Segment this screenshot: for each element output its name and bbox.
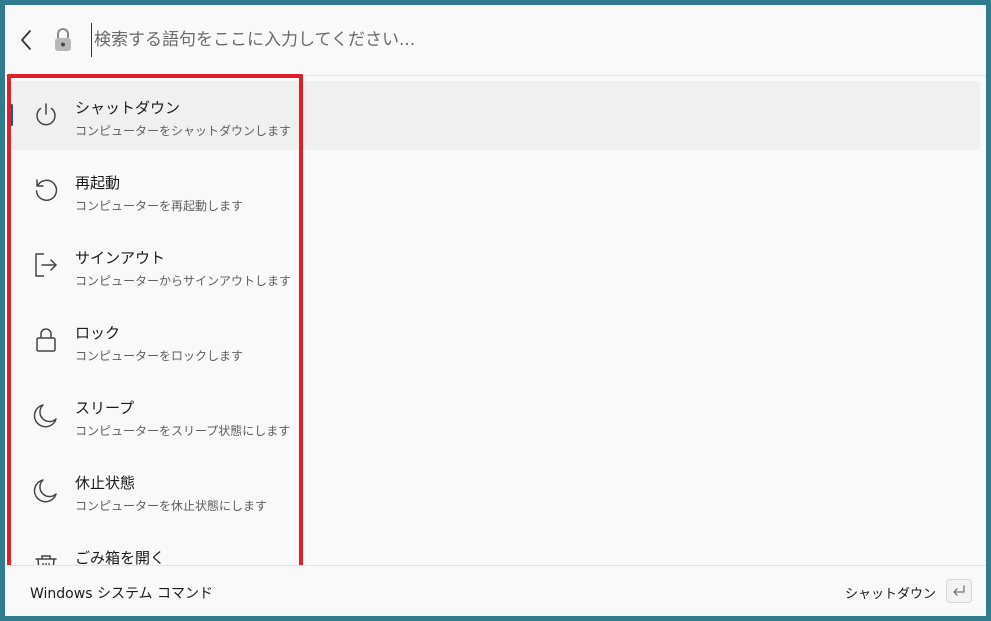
search-input[interactable]	[91, 23, 954, 57]
result-title: 休止状態	[75, 474, 136, 492]
plugin-name: Windows システム コマンド	[30, 586, 213, 602]
result-item-lock[interactable]: ロック コンピューターをロックします	[10, 302, 295, 377]
result-item-hibernate[interactable]: 休止状態 コンピューターを休止状態にします	[10, 452, 295, 527]
lock-icon	[30, 324, 62, 356]
result-title: サインアウト	[75, 249, 166, 267]
result-title: 再起動	[75, 174, 121, 192]
moon-icon	[30, 399, 62, 431]
footer-bar: Windows システム コマンド シャットダウン	[5, 565, 986, 616]
result-item-sign-out[interactable]: サインアウト コンピューターからサインアウトします	[10, 227, 295, 302]
lock-plugin-icon	[49, 25, 77, 55]
result-title: スリープ	[75, 399, 135, 417]
back-button[interactable]	[13, 25, 39, 55]
enter-key-icon	[946, 579, 972, 603]
sign-out-icon	[30, 249, 62, 281]
result-subtitle: コンピューターからサインアウトします	[75, 274, 292, 288]
result-subtitle: コンピューターを休止状態にします	[75, 499, 268, 513]
app-window: シャットダウン コンピューターをシャットダウンします 再起動 コンピューターを再…	[5, 5, 986, 616]
primary-action-label[interactable]: シャットダウン	[845, 583, 936, 602]
result-item-empty-recycle-bin[interactable]: ごみ箱を開く	[10, 527, 295, 569]
result-item-shutdown[interactable]: シャットダウン コンピューターをシャットダウンします	[10, 77, 295, 152]
selection-indicator	[10, 104, 13, 126]
power-icon	[30, 99, 62, 131]
restart-icon	[30, 174, 62, 206]
chevron-left-icon	[21, 30, 31, 50]
result-title: シャットダウン	[75, 99, 181, 117]
result-subtitle: コンピューターを再起動します	[75, 199, 244, 213]
result-title: ロック	[75, 324, 121, 342]
result-subtitle: コンピューターをシャットダウンします	[75, 124, 292, 138]
results-list: シャットダウン コンピューターをシャットダウンします 再起動 コンピューターを再…	[10, 77, 295, 569]
result-subtitle: コンピューターをロックします	[75, 349, 244, 363]
moon-icon	[30, 474, 62, 506]
search-bar	[5, 5, 986, 76]
result-item-restart[interactable]: 再起動 コンピューターを再起動します	[10, 152, 295, 227]
result-item-sleep[interactable]: スリープ コンピューターをスリープ状態にします	[10, 377, 295, 452]
result-subtitle: コンピューターをスリープ状態にします	[75, 424, 291, 438]
